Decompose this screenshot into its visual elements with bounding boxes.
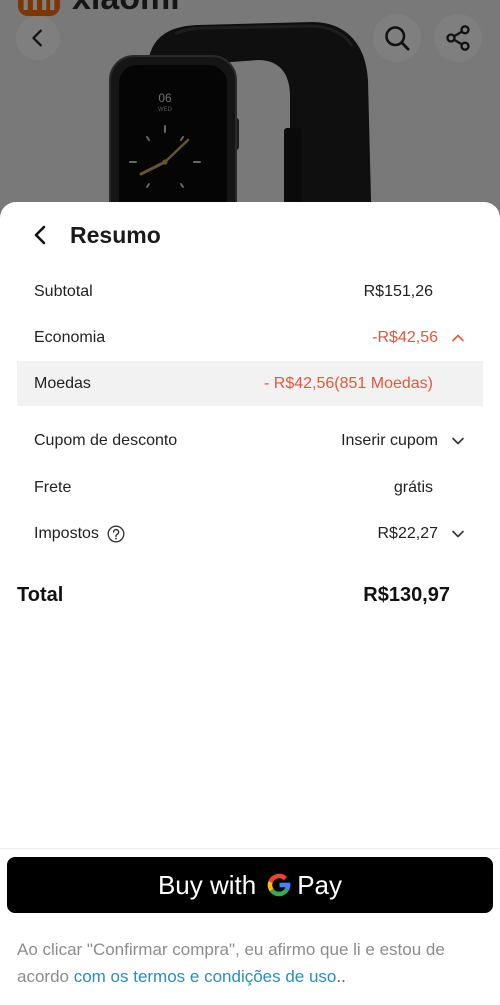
google-g-icon	[267, 873, 291, 897]
chevron-down-icon[interactable]	[450, 433, 466, 449]
coins-value: - R$42,56(851 Moedas)	[264, 375, 433, 392]
taxes-label: Impostos	[34, 525, 99, 542]
subtotal-label: Subtotal	[34, 283, 93, 300]
terms-link[interactable]: com os termos e condições de uso	[74, 967, 337, 986]
savings-value: -R$42,56	[372, 329, 438, 346]
gpay-prefix-label: Buy with	[157, 870, 257, 900]
total-label: Total	[17, 584, 64, 606]
chevron-down-icon[interactable]	[450, 526, 466, 542]
savings-row[interactable]: Economia -R$42,56	[0, 315, 500, 361]
coupon-value[interactable]: Inserir cupom	[341, 418, 438, 464]
shipping-label: Frete	[34, 479, 72, 496]
order-summary-sheet: Resumo Subtotal R$151,26 Economia -R$42,…	[0, 202, 500, 1005]
chevron-up-icon[interactable]	[450, 330, 466, 346]
subtotal-row: Subtotal R$151,26	[0, 269, 500, 315]
shipping-row: Frete grátis	[0, 465, 500, 511]
terms-disclaimer: Ao clicar "Confirmar compra", eu afirmo …	[17, 936, 477, 990]
gpay-brand-label: Pay	[297, 870, 343, 900]
summary-title: Resumo	[70, 222, 161, 248]
coins-label: Moedas	[34, 375, 91, 392]
savings-label: Economia	[34, 329, 106, 346]
coupon-label: Cupom de desconto	[34, 432, 178, 449]
question-circle-icon[interactable]	[107, 525, 125, 543]
taxes-row[interactable]: Impostos R$22,27	[0, 511, 500, 557]
summary-back-button[interactable]	[28, 223, 52, 247]
chevron-left-icon	[34, 225, 46, 245]
footer-divider	[0, 848, 500, 849]
disclaimer-suffix: ..	[336, 967, 346, 986]
coupon-row[interactable]: Cupom de desconto Inserir cupom	[0, 418, 500, 464]
shipping-value: grátis	[393, 479, 433, 496]
subtotal-value: R$151,26	[363, 283, 433, 300]
google-pay-button[interactable]: Buy with Pay	[7, 857, 493, 913]
taxes-value: R$22,27	[377, 525, 439, 542]
total-row: Total R$130,97	[0, 572, 500, 618]
coins-row: Moedas - R$42,56(851 Moedas)	[17, 361, 483, 406]
total-value: R$130,97	[363, 584, 450, 606]
